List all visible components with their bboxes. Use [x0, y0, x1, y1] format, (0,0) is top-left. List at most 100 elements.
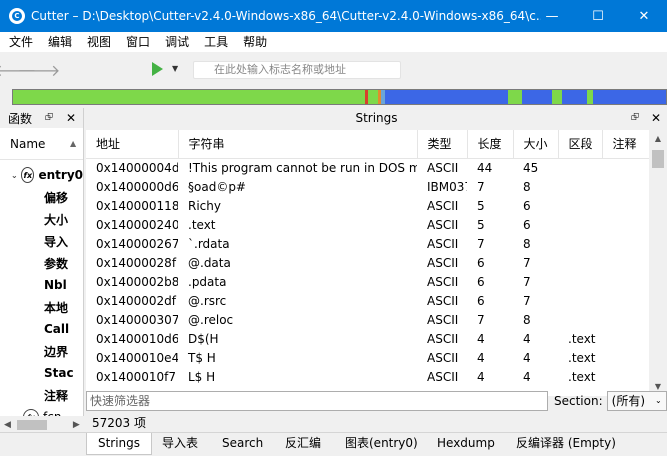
menu-tools[interactable]: 工具 — [195, 32, 234, 52]
strings-panel-title: Strings — [355, 111, 398, 125]
cell-comment — [602, 272, 649, 291]
play-dropdown-icon[interactable]: ▼ — [172, 64, 178, 73]
menu-edit[interactable]: 编辑 — [39, 32, 78, 52]
cell-type: ASCII — [427, 217, 459, 232]
table-row[interactable]: 0x1400010f7 L$ H ASCII 4 4 .text — [86, 367, 649, 386]
play-icon[interactable] — [152, 62, 163, 76]
forward-arrow-icon[interactable]: 🡒 — [18, 60, 61, 80]
menu-window[interactable]: 窗口 — [117, 32, 156, 52]
tree-item[interactable]: 边界 — [0, 340, 83, 362]
table-row[interactable]: 0x14000028f @.data ASCII 6 7 — [86, 253, 649, 272]
tab-search[interactable]: Search — [222, 433, 263, 455]
segment-text — [552, 90, 562, 104]
tab-imports[interactable]: 导入表 — [162, 433, 198, 455]
tree-item[interactable]: 本地 — [0, 296, 83, 318]
scroll-up-icon[interactable]: ▲ — [649, 130, 667, 148]
function-entry0[interactable]: ⌄ fx entry0 — [0, 164, 83, 186]
cell-string: L$ H — [188, 369, 216, 384]
cell-section: .text — [568, 369, 596, 384]
close-button[interactable]: ✕ — [621, 0, 667, 32]
minimize-button[interactable]: — — [529, 0, 575, 32]
cell-type: ASCII — [427, 293, 459, 308]
cell-length: 7 — [477, 236, 485, 251]
tree-item[interactable]: Stac — [0, 362, 83, 384]
cell-comment — [602, 177, 649, 196]
tab-strings[interactable]: Strings — [86, 433, 152, 455]
symbol-search-input[interactable]: 在此处输入标志名称或地址 — [193, 61, 401, 79]
cell-string: .pdata — [188, 274, 227, 289]
table-row[interactable]: 0x140000118 Richy ASCII 5 6 — [86, 196, 649, 215]
table-row[interactable]: 0x14000004d !This program cannot be run i… — [86, 158, 649, 177]
cell-address: 0x14000004d — [96, 160, 178, 175]
table-row[interactable]: 0x140000240 .text ASCII 5 6 — [86, 215, 649, 234]
cell-type: ASCII — [427, 255, 459, 270]
table-row[interactable]: 0x1400010e4 T$ H ASCII 4 4 .text — [86, 348, 649, 367]
column-header-section[interactable]: 区段 — [558, 130, 603, 159]
cell-type: ASCII — [427, 198, 459, 213]
column-header-size[interactable]: 大小 — [513, 130, 559, 159]
dock-icon[interactable]: ⮺ — [45, 110, 53, 127]
cell-size: 4 — [523, 331, 531, 346]
tab-disassembly[interactable]: 反汇编 — [285, 433, 321, 455]
cell-string: .text — [188, 217, 216, 232]
table-row[interactable]: 0x140000267 `.rdata ASCII 7 8 — [86, 234, 649, 253]
cell-section — [558, 272, 602, 291]
table-row[interactable]: 0x1400000d6 §oad©p# IBM037 7 8 — [86, 177, 649, 196]
menu-file[interactable]: 文件 — [0, 32, 39, 52]
tree-item[interactable]: 参数 — [0, 252, 83, 274]
cell-comment — [602, 348, 649, 367]
cell-length: 5 — [477, 217, 485, 232]
maximize-button[interactable]: ☐ — [575, 0, 621, 32]
chevron-down-icon: ⌄ — [654, 396, 662, 405]
section-label: Section: — [554, 394, 603, 408]
cell-length: 6 — [477, 255, 485, 270]
cell-string: §oad©p# — [188, 179, 246, 194]
cell-comment — [602, 329, 649, 348]
cell-address: 0x14000028f — [96, 255, 177, 270]
menu-debug[interactable]: 调试 — [156, 32, 195, 52]
column-header-type[interactable]: 类型 — [417, 130, 468, 159]
collapse-icon[interactable]: ⌄ — [11, 171, 19, 180]
title-bar: C Cutter – D:\Desktop\Cutter-v2.4.0-Wind… — [0, 0, 667, 32]
tab-hexdump[interactable]: Hexdump — [437, 433, 495, 455]
vertical-scrollbar[interactable]: ▲ ▼ — [649, 130, 667, 396]
tree-item[interactable]: Nbl — [0, 274, 83, 296]
column-header-comment[interactable]: 注释 — [602, 130, 649, 159]
cell-string: T$ H — [188, 350, 216, 365]
section-select[interactable]: (所有) ⌄ — [606, 391, 667, 411]
column-header-string[interactable]: 字符串 — [178, 130, 418, 159]
cell-address: 0x140000240 — [96, 217, 178, 232]
segment-text — [508, 90, 522, 104]
quick-filter-input[interactable]: 快速筛选器 — [86, 391, 548, 411]
column-header-address[interactable]: 地址 — [86, 130, 179, 159]
tree-item[interactable]: 大小 — [0, 208, 83, 230]
functions-panel-title: 函数 — [8, 111, 33, 126]
cell-length: 4 — [477, 350, 485, 365]
table-row[interactable]: 0x1400010d6 D$(H ASCII 4 4 .text — [86, 329, 649, 348]
tree-item[interactable]: 偏移 — [0, 186, 83, 208]
tree-item[interactable]: 导入 — [0, 230, 83, 252]
cell-comment — [602, 291, 649, 310]
dock-icon[interactable]: ⮺ — [631, 108, 639, 128]
menu-view[interactable]: 视图 — [78, 32, 117, 52]
tree-item[interactable]: Call — [0, 318, 83, 340]
menu-bar: 文件 编辑 视图 窗口 调试 工具 帮助 — [0, 32, 667, 52]
tab-graph[interactable]: 图表(entry0) — [345, 433, 418, 455]
close-icon[interactable]: ✕ — [651, 108, 661, 128]
column-header-name[interactable]: Name ▲ — [0, 128, 83, 160]
tab-decompiler[interactable]: 反编译器 (Empty) — [516, 433, 616, 455]
cell-length: 6 — [477, 274, 485, 289]
scroll-thumb[interactable] — [652, 150, 664, 168]
cell-type: ASCII — [427, 312, 459, 327]
table-row[interactable]: 0x1400002b8 .pdata ASCII 6 7 — [86, 272, 649, 291]
cell-string: Richy — [188, 198, 221, 213]
close-icon[interactable]: ✕ — [66, 111, 76, 125]
menu-help[interactable]: 帮助 — [234, 32, 273, 52]
table-row[interactable]: 0x140000307 @.reloc ASCII 7 8 — [86, 310, 649, 329]
cell-string: !This program cannot be run in DOS mode. — [188, 160, 417, 175]
tree-item[interactable]: 注释 — [0, 384, 83, 406]
cell-size: 8 — [523, 236, 531, 251]
column-header-length[interactable]: 长度 — [467, 130, 514, 159]
segment-map-bar[interactable] — [12, 89, 667, 105]
table-row[interactable]: 0x1400002df @.rsrc ASCII 6 7 — [86, 291, 649, 310]
